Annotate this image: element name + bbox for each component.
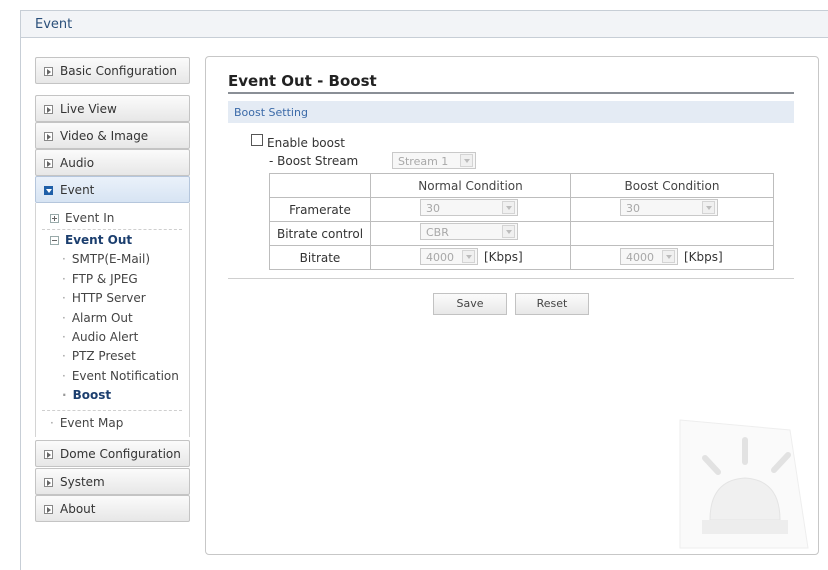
section-header: Boost Setting (228, 101, 794, 123)
sidebar-item-label: Event (60, 183, 95, 197)
normal-bitrate-unit: [Kbps] (484, 250, 523, 264)
sidebar-item-label: Basic Configuration (60, 64, 177, 78)
frame-border (20, 38, 21, 570)
sidebar-item-event[interactable]: Event (35, 176, 190, 203)
header-normal-condition: Normal Condition (370, 173, 571, 198)
form-divider (228, 278, 794, 279)
cell-boost-bitrate-control (570, 221, 774, 246)
page-title: Event Out - Boost (228, 72, 377, 90)
chevron-down-icon (662, 250, 675, 263)
sidebar-item-live-view[interactable]: Live View (35, 95, 190, 122)
boost-framerate-select[interactable]: 30 (620, 199, 718, 216)
expand-icon (44, 450, 53, 459)
header-title: Event (35, 17, 73, 32)
tree-item-http-server[interactable]: · HTTP Server (62, 291, 146, 305)
sidebar-item-video-image[interactable]: Video & Image (35, 122, 190, 149)
sidebar-item-about[interactable]: About (35, 495, 190, 522)
sidebar-item-label: Audio (60, 156, 95, 170)
sidebar-item-label: About (60, 502, 96, 516)
sidebar-item-label: Dome Configuration (60, 447, 181, 461)
tree-item-smtp[interactable]: · SMTP(E-Mail) (62, 252, 150, 266)
plus-icon[interactable] (50, 214, 59, 223)
normal-framerate-select[interactable]: 30 (420, 199, 518, 216)
expand-icon (44, 105, 53, 114)
sidebar-item-audio[interactable]: Audio (35, 149, 190, 176)
chevron-down-icon (502, 201, 515, 214)
chevron-down-icon (460, 154, 473, 167)
sidebar-item-basic-configuration[interactable]: Basic Configuration (35, 57, 190, 84)
collapse-icon (44, 186, 53, 195)
boost-bitrate-unit: [Kbps] (684, 250, 723, 264)
chevron-down-icon (702, 201, 715, 214)
expand-icon (44, 159, 53, 168)
normal-bitrate-select[interactable]: 4000 (420, 248, 478, 265)
enable-boost-checkbox[interactable] (251, 134, 263, 146)
boost-bitrate-select[interactable]: 4000 (620, 248, 678, 265)
header-boost-condition: Boost Condition (570, 173, 774, 198)
enable-boost-label: Enable boost (267, 136, 345, 150)
reset-button[interactable]: Reset (515, 293, 589, 315)
row-label-framerate: Framerate (269, 197, 371, 222)
tree-item-event-in[interactable]: Event In (65, 211, 114, 225)
normal-bitrate-control-select[interactable]: CBR (420, 223, 518, 240)
save-button[interactable]: Save (433, 293, 507, 315)
minus-icon[interactable] (50, 236, 59, 245)
divider (42, 410, 182, 411)
sidebar-item-label: Live View (60, 102, 117, 116)
expand-icon (44, 478, 53, 487)
section-title: Boost Setting (234, 106, 308, 119)
tree-item-event-map[interactable]: · Event Map (50, 416, 123, 430)
title-divider (228, 92, 794, 94)
tree-item-ptz-preset[interactable]: · PTZ Preset (62, 349, 136, 363)
expand-icon (44, 67, 53, 76)
sidebar-item-label: Video & Image (60, 129, 149, 143)
sidebar-item-label: System (60, 475, 105, 489)
tree-item-ftp-jpeg[interactable]: · FTP & JPEG (62, 272, 138, 286)
boost-stream-select[interactable]: Stream 1 (392, 152, 476, 169)
expand-icon (44, 505, 53, 514)
tree-item-event-out[interactable]: Event Out (65, 233, 132, 247)
table-corner-cell (269, 173, 371, 198)
chevron-down-icon (462, 250, 475, 263)
boost-stream-label: - Boost Stream (269, 154, 359, 168)
siren-watermark-icon (679, 419, 809, 549)
sidebar-item-system[interactable]: System (35, 468, 190, 495)
divider (42, 229, 182, 230)
row-label-bitrate: Bitrate (269, 245, 371, 270)
expand-icon (44, 132, 53, 141)
tree-item-boost[interactable]: · Boost (62, 388, 111, 402)
sidebar-item-dome-configuration[interactable]: Dome Configuration (35, 440, 190, 467)
top-header-bar: Event (20, 10, 828, 38)
tree-item-event-notification[interactable]: · Event Notification (62, 369, 179, 383)
tree-item-alarm-out[interactable]: · Alarm Out (62, 311, 133, 325)
chevron-down-icon (502, 225, 515, 238)
row-label-bitrate-control: Bitrate control (269, 221, 371, 246)
tree-item-audio-alert[interactable]: · Audio Alert (62, 330, 138, 344)
